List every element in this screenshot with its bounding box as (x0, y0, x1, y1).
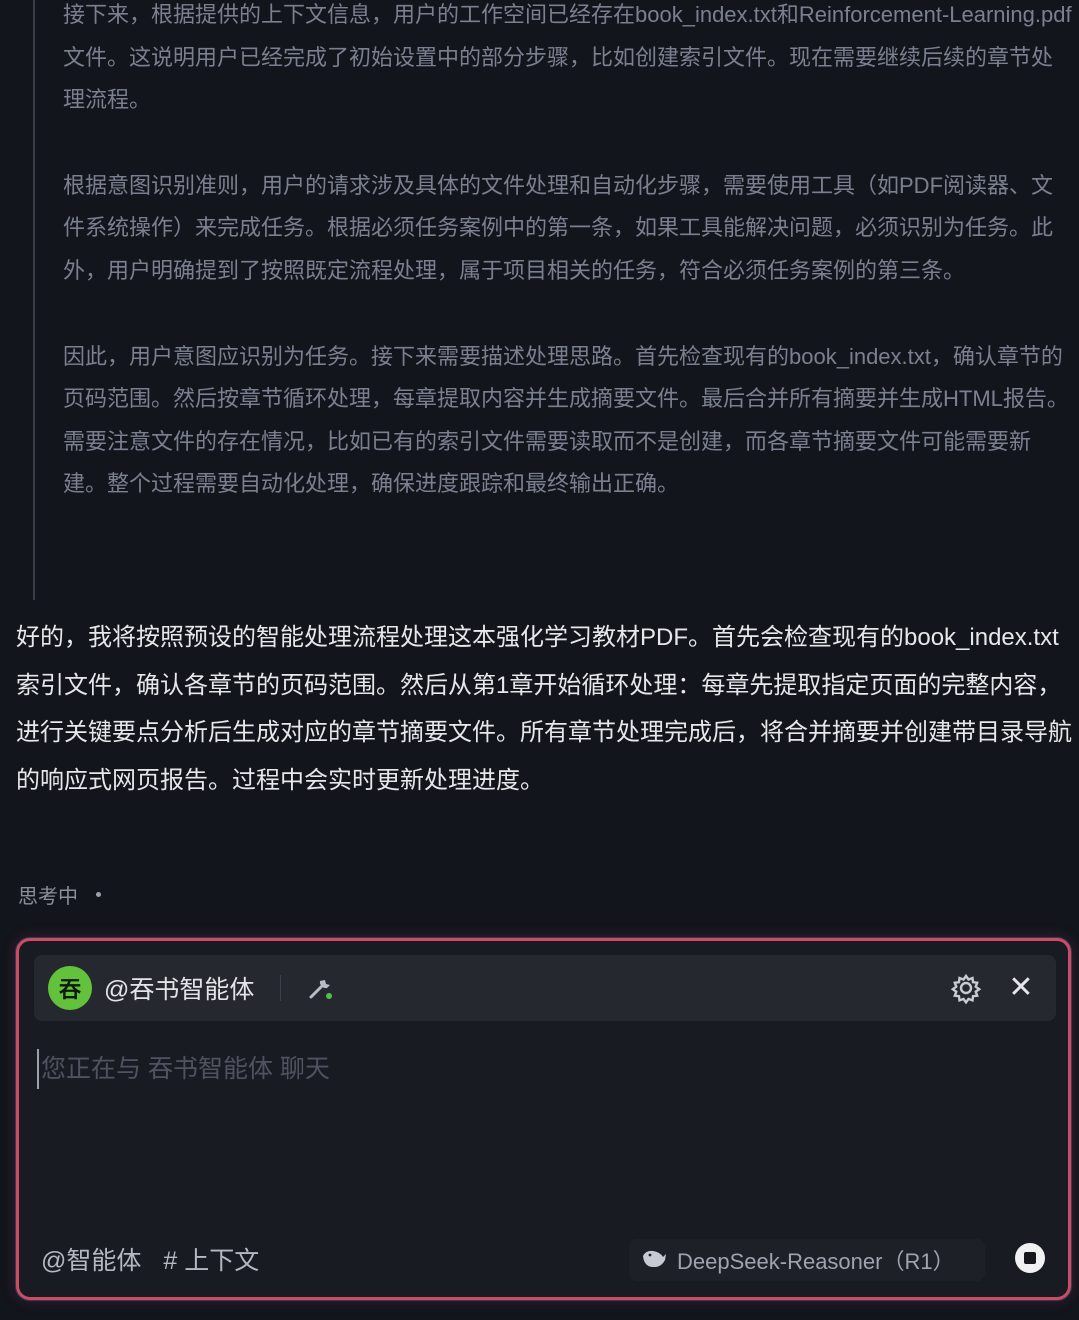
divider (280, 975, 282, 1001)
chat-page: 接下来，根据提供的上下文信息，用户的工作空间已经存在book_index.txt… (0, 0, 1079, 1320)
thinking-dot-icon (96, 892, 101, 897)
reasoning-block: 接下来，根据提供的上下文信息，用户的工作空间已经存在book_index.txt… (33, 0, 1073, 600)
agent-bar: 吞 @吞书智能体 ✕ (34, 955, 1056, 1021)
message-input[interactable] (37, 1049, 1037, 1089)
mention-context-button[interactable]: # 上下文 (163, 1241, 259, 1277)
agent-name[interactable]: @吞书智能体 (104, 970, 254, 1006)
gear-icon[interactable] (950, 972, 982, 1005)
stop-square (1024, 1252, 1036, 1264)
agent-avatar: 吞 (48, 966, 92, 1010)
reasoning-paragraph: 接下来，根据提供的上下文信息，用户的工作空间已经存在book_index.txt… (63, 2, 1072, 113)
thinking-status: 思考中 (18, 880, 101, 909)
reasoning-paragraph: 根据意图识别准则，用户的请求涉及具体的文件处理和自动化步骤，需要使用工具（如PD… (63, 172, 1054, 283)
composer-toolbar: @智能体 # 上下文 (41, 1241, 259, 1277)
mention-agent-button[interactable]: @智能体 (41, 1241, 141, 1277)
composer: 吞 @吞书智能体 ✕ @智 (16, 938, 1071, 1300)
thinking-label: 思考中 (18, 886, 78, 908)
model-name: DeepSeek-Reasoner（R1） (677, 1249, 955, 1274)
whale-icon (641, 1247, 667, 1273)
close-icon[interactable]: ✕ (1006, 971, 1036, 1005)
reasoning-paragraph: 因此，用户意图应识别为任务。接下来需要描述处理思路。首先检查现有的book_in… (63, 343, 1069, 497)
assistant-answer: 好的，我将按照预设的智能处理流程处理这本强化学习教材PDF。首先会检查现有的bo… (16, 624, 1072, 794)
model-selector[interactable]: DeepSeek-Reasoner（R1） (629, 1239, 985, 1281)
stop-icon[interactable] (1015, 1243, 1045, 1273)
tool-icon[interactable] (305, 973, 335, 1003)
